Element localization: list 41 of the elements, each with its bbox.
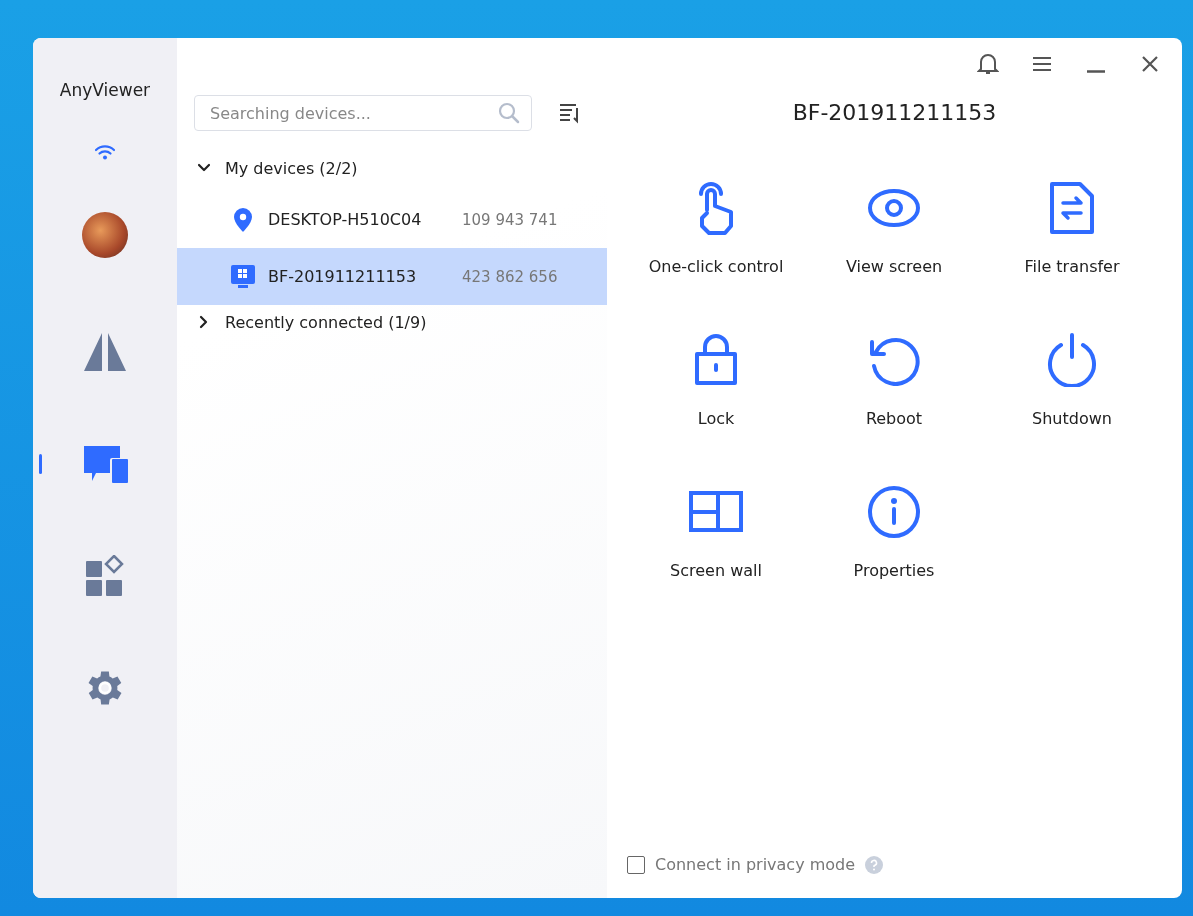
action-button[interactable]: File transfer xyxy=(983,177,1161,295)
action-button[interactable]: One-click control xyxy=(627,177,805,295)
action-button[interactable]: Properties xyxy=(805,481,983,599)
apps-icon xyxy=(84,555,126,597)
screen-wall-icon xyxy=(689,491,743,533)
device-id: 109 943 741 xyxy=(462,210,558,229)
location-pin-icon xyxy=(232,207,254,232)
action-button[interactable]: View screen xyxy=(805,177,983,295)
action-button[interactable]: Reboot xyxy=(805,329,983,447)
search-icon xyxy=(498,102,520,124)
close-icon xyxy=(1141,55,1159,73)
privacy-mode-checkbox[interactable]: Connect in privacy mode xyxy=(627,855,856,874)
split-triangle-icon xyxy=(82,333,128,371)
device-id: 423 862 656 xyxy=(462,267,558,286)
help-icon xyxy=(865,855,884,874)
device-row[interactable]: BF-201911211153 423 862 656 xyxy=(177,248,607,305)
action-button[interactable]: Shutdown xyxy=(983,329,1161,447)
eye-icon xyxy=(866,187,922,229)
device-group-header[interactable]: My devices (2/2) xyxy=(177,151,607,185)
wifi-icon xyxy=(94,144,116,160)
device-name: DESKTOP-H510C04 xyxy=(268,210,423,229)
action-button[interactable]: Screen wall xyxy=(627,481,805,599)
menu-icon xyxy=(1032,56,1052,72)
lock-icon xyxy=(693,334,739,386)
device-row[interactable]: DESKTOP-H510C04 109 943 741 xyxy=(177,191,607,248)
devices-icon xyxy=(82,445,128,483)
avatar-circle[interactable] xyxy=(82,212,128,258)
device-name: BF-201911211153 xyxy=(268,267,418,286)
device-group-header[interactable]: Recently connected (1/9) xyxy=(177,305,607,339)
sort-list-icon xyxy=(559,102,581,124)
file-transfer-icon xyxy=(1049,181,1095,235)
power-icon xyxy=(1046,333,1098,387)
computer-icon xyxy=(230,264,256,289)
action-button[interactable]: Lock xyxy=(627,329,805,447)
device-title: BF-201911211153 xyxy=(791,100,998,125)
app-name: AnyViewer xyxy=(59,80,151,102)
minimize-icon xyxy=(1086,69,1106,73)
search-field[interactable]: Searching devices... xyxy=(194,95,532,131)
info-icon xyxy=(867,485,921,539)
bell-icon xyxy=(977,52,999,76)
bell-button[interactable] xyxy=(976,52,1000,76)
